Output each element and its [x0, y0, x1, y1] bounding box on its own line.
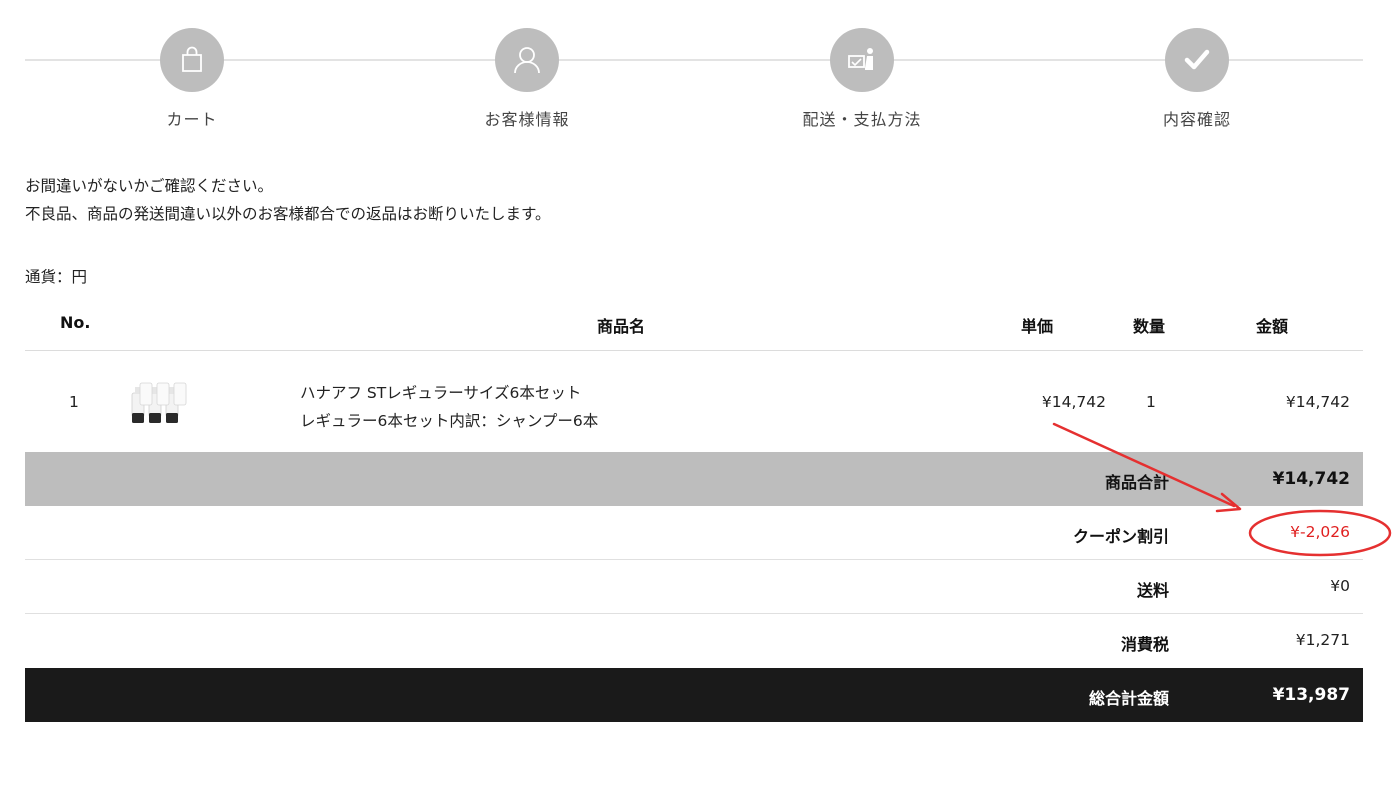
header-amount: 金額 — [1256, 317, 1289, 336]
tax-value: ¥1,271 — [1295, 631, 1350, 649]
currency-label: 通貨：円 — [25, 268, 88, 286]
product-name-line-2: レギュラー6本セット内訳：シャンプー6本 — [300, 412, 599, 430]
checkout-steps: カート お客様情報 配送・支払方法 内容確認 — [25, 28, 1363, 138]
user-icon — [495, 28, 559, 92]
step-customer-info: お客様情報 — [437, 28, 617, 130]
total-label: 総合計金額 — [1088, 689, 1169, 708]
coupon-value: ¥-2,026 — [1290, 523, 1350, 541]
header-no: No. — [60, 313, 91, 332]
step-label: カート — [166, 110, 218, 129]
step-label: 内容確認 — [1162, 110, 1231, 129]
note-line-2: 不良品、商品の発送間違い以外のお客様都合での返品はお断りいたします。 — [25, 205, 551, 223]
subtotal-label: 商品合計 — [1104, 473, 1169, 492]
delivery-payment-icon — [830, 28, 894, 92]
confirmation-notes: お間違いがないかご確認ください。 不良品、商品の発送間違い以外のお客様都合での返… — [25, 172, 550, 228]
product-name: ハナアフ STレギュラーサイズ6本セット レギュラー6本セット内訳：シャンプー6… — [300, 379, 598, 435]
total-value: ¥13,987 — [1272, 685, 1350, 705]
unit-price: ¥14,742 — [1041, 393, 1106, 411]
coupon-row: クーポン割引 ¥-2,026 — [25, 506, 1363, 560]
coupon-label: クーポン割引 — [1072, 527, 1169, 546]
quantity: 1 — [1146, 393, 1156, 411]
step-cart: カート — [102, 28, 282, 130]
shipping-label: 送料 — [1136, 581, 1169, 600]
shopping-bag-icon — [160, 28, 224, 92]
subtotal-row: 商品合計 ¥14,742 — [25, 452, 1363, 506]
step-delivery-payment: 配送・支払方法 — [772, 28, 952, 130]
header-quantity: 数量 — [1133, 317, 1166, 336]
order-table: No. 商品名 単価 数量 金額 1 ハナアフ STレギュラーサイズ6本セット … — [25, 296, 1363, 722]
checkmark-icon — [1165, 28, 1229, 92]
subtotal-value: ¥14,742 — [1272, 469, 1350, 489]
tax-label: 消費税 — [1120, 635, 1169, 654]
total-row: 総合計金額 ¥13,987 — [25, 668, 1363, 722]
step-label: 配送・支払方法 — [802, 110, 922, 129]
table-row: 1 ハナアフ STレギュラーサイズ6本セット レギュラー6本セット内訳：シャンプ… — [25, 351, 1363, 452]
header-product-name: 商品名 — [597, 317, 646, 336]
shipping-row: 送料 ¥0 — [25, 560, 1363, 614]
header-unit-price: 単価 — [1021, 317, 1054, 336]
step-confirm: 内容確認 — [1107, 28, 1287, 130]
row-amount: ¥14,742 — [1285, 393, 1350, 411]
row-number: 1 — [69, 393, 79, 411]
note-line-1: お間違いがないかご確認ください。 — [25, 177, 274, 195]
product-image — [129, 379, 193, 425]
shipping-value: ¥0 — [1330, 577, 1350, 595]
product-name-line-1: ハナアフ STレギュラーサイズ6本セット — [300, 384, 582, 402]
table-header: No. 商品名 単価 数量 金額 — [25, 296, 1363, 351]
step-label: お客様情報 — [484, 110, 570, 129]
tax-row: 消費税 ¥1,271 — [25, 614, 1363, 668]
